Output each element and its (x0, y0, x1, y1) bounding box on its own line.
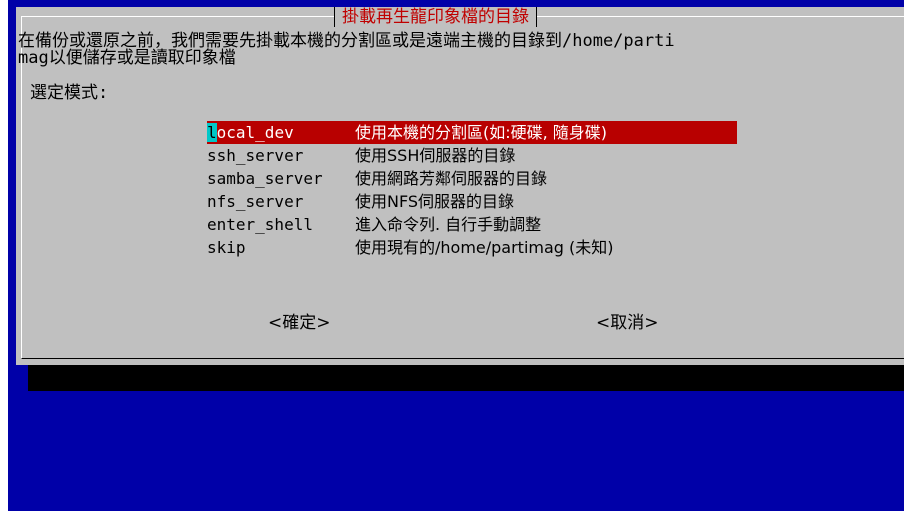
menu-item-desc: 使用網路芳鄰伺服器的目錄 (355, 169, 548, 188)
dialog-title: 掛載再生龍印象檔的目錄 (334, 7, 537, 27)
menu-item-enter-shell[interactable]: enter_shell 進入命令列. 自行手動調整 (207, 213, 737, 236)
menu-item-samba-server[interactable]: samba_server 使用網路芳鄰伺服器的目錄 (207, 167, 737, 190)
menu-item-nfs-server[interactable]: nfs_server 使用NFS伺服器的目錄 (207, 190, 737, 213)
menu-item-tag: samba_server (207, 169, 323, 188)
cursor-highlight: l (207, 123, 217, 142)
menu-item-local-dev[interactable]: local_dev 使用本機的分割區(如:硬碟, 隨身碟) (207, 121, 737, 144)
terminal-screen: 掛載再生龍印象檔的目錄 在備份或還原之前，我們需要先掛載本機的分割區或是遠端主機… (8, 0, 904, 511)
menu-item-desc: 進入命令列. 自行手動調整 (355, 215, 542, 234)
message-line-2: mag以便儲存或是讀取印象檔 (18, 48, 236, 68)
menu-item-desc: 使用本機的分割區(如:硬碟, 隨身碟) (355, 123, 608, 142)
tag-rest: ocal_dev (216, 123, 294, 142)
dialog-box: 掛載再生龍印象檔的目錄 在備份或還原之前，我們需要先掛載本機的分割區或是遠端主機… (16, 7, 904, 365)
dialog-shadow (28, 365, 904, 391)
menu-item-tag: skip (207, 238, 246, 257)
menu-item-tag: nfs_server (207, 192, 304, 211)
mode-menu[interactable]: local_dev 使用本機的分割區(如:硬碟, 隨身碟) ssh_server 使… (207, 121, 737, 259)
menu-item-ssh-server[interactable]: ssh_server 使用SSH伺服器的目錄 (207, 144, 737, 167)
dialog-message: 在備份或還原之前，我們需要先掛載本機的分割區或是遠端主機的目錄到/home/pa… (18, 33, 675, 67)
menu-item-desc: 使用NFS伺服器的目錄 (355, 192, 515, 211)
menu-item-desc: 使用SSH伺服器的目錄 (355, 146, 516, 165)
cancel-button[interactable]: <取消> (596, 308, 659, 333)
menu-item-skip[interactable]: skip 使用現有的/home/partimag (未知) (207, 236, 737, 259)
ok-button[interactable]: <確定> (268, 308, 331, 333)
menu-item-tag: enter_shell (207, 215, 313, 234)
menu-item-tag: local_dev (207, 121, 355, 144)
select-mode-label: 選定模式: (30, 83, 109, 103)
menu-item-desc: 使用現有的/home/partimag (未知) (355, 238, 614, 257)
menu-item-tag: ssh_server (207, 146, 304, 165)
